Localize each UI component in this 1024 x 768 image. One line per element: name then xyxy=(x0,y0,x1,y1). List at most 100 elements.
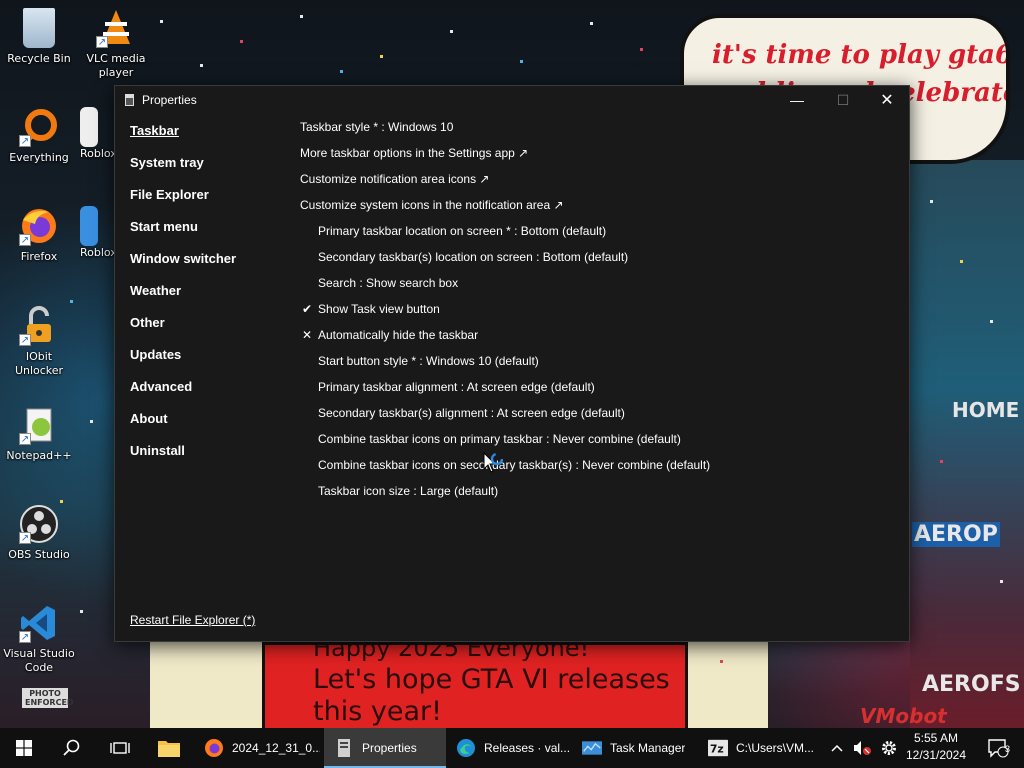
setting-more-taskbar-options-link[interactable]: More taskbar options in the Settings app… xyxy=(300,144,900,170)
task-view-button[interactable] xyxy=(96,728,144,768)
search-icon xyxy=(63,739,80,756)
properties-window: Properties — ☐ ✕ Taskbar System tray Fil… xyxy=(114,85,910,642)
setting-label: Combine taskbar icons on secondary taskb… xyxy=(318,458,711,472)
obs-icon: ↗ xyxy=(19,504,59,544)
setting-show-task-view[interactable]: ✔ Show Task view button xyxy=(300,300,900,326)
sidebar-item-taskbar[interactable]: Taskbar xyxy=(130,120,290,152)
taskbar-app-label: Properties xyxy=(362,741,417,755)
setting-search[interactable]: Search : Show search box xyxy=(300,274,900,300)
setting-system-icons-link[interactable]: Customize system icons in the notificati… xyxy=(300,196,900,222)
roblox-studio-icon xyxy=(80,206,98,246)
setting-label: Customize system icons in the notificati… xyxy=(300,198,564,212)
setting-label: Customize notification area icons ↗ xyxy=(300,172,490,186)
wallpaper-sign-home: HOME xyxy=(952,398,1020,422)
desktop-icon-recycle-bin[interactable]: Recycle Bin xyxy=(3,8,75,66)
sidebar-item-start-menu[interactable]: Start menu xyxy=(130,216,290,248)
sidebar-item-uninstall[interactable]: Uninstall xyxy=(130,440,290,472)
app-icon xyxy=(125,94,134,106)
banner-line-1: Happy 2025 Everyone! xyxy=(313,642,590,662)
setting-primary-alignment[interactable]: Primary taskbar alignment : At screen ed… xyxy=(300,378,900,404)
desktop-icon-iobit[interactable]: ↗ IObit Unlocker xyxy=(3,306,75,378)
sidebar-item-advanced[interactable]: Advanced xyxy=(130,376,290,408)
sidebar-item-other[interactable]: Other xyxy=(130,312,290,344)
volume-button[interactable] xyxy=(850,728,874,768)
taskbar-task-manager[interactable]: Task Manager xyxy=(572,728,698,768)
confetti xyxy=(960,260,963,263)
desktop-icon-vlc[interactable]: ↗ VLC media player xyxy=(80,8,152,80)
sidebar-item-system-tray[interactable]: System tray xyxy=(130,152,290,184)
setting-taskbar-style[interactable]: Taskbar style * : Windows 10 xyxy=(300,118,900,144)
desktop-icon-firefox[interactable]: ↗ Firefox xyxy=(3,206,75,264)
restart-explorer-link[interactable]: Restart File Explorer (*) xyxy=(130,613,255,627)
start-button[interactable] xyxy=(0,728,48,768)
desktop-icon-vscode[interactable]: ↗ Visual Studio Code xyxy=(3,603,75,675)
wallpaper-sign-aerofs: AEROFS xyxy=(922,672,1021,697)
task-manager-icon xyxy=(582,741,602,755)
7zip-icon: 7z xyxy=(708,739,728,757)
taskbar-firefox[interactable]: 2024_12_31_0... xyxy=(194,728,320,768)
confetti xyxy=(60,500,63,503)
settings-list: Taskbar style * : Windows 10 More taskba… xyxy=(300,118,900,508)
desktop-icon-label: Visual Studio Code xyxy=(3,647,75,674)
close-button[interactable]: ✕ xyxy=(864,86,910,114)
sidebar-item-updates[interactable]: Updates xyxy=(130,344,290,376)
close-icon: ✕ xyxy=(880,92,894,109)
sidebar-item-weather[interactable]: Weather xyxy=(130,280,290,312)
desktop-icon-roblox[interactable]: Roblox xyxy=(80,107,114,161)
desktop-icon-obs[interactable]: ↗ OBS Studio xyxy=(3,504,75,562)
sidebar-item-about[interactable]: About xyxy=(130,408,290,440)
minimize-button[interactable]: — xyxy=(774,86,820,114)
desktop-icon-roblox-studio[interactable]: Roblox xyxy=(80,206,114,260)
everything-icon: ↗ xyxy=(19,107,59,147)
desktop-icon-notepadpp[interactable]: ↗ Notepad++ xyxy=(3,405,75,463)
vscode-icon: ↗ xyxy=(19,603,59,643)
wallpaper-sign-vmobot: VMobot xyxy=(860,704,947,728)
taskbar-app-label: C:\Users\VM... xyxy=(736,741,815,755)
taskbar-edge[interactable]: Releases · val... xyxy=(446,728,572,768)
confetti xyxy=(300,15,303,18)
setting-primary-location[interactable]: Primary taskbar location on screen * : B… xyxy=(300,222,900,248)
setting-combine-secondary[interactable]: Combine taskbar icons on secondary taskb… xyxy=(300,456,900,482)
setting-autohide-taskbar[interactable]: ✕ Automatically hide the taskbar xyxy=(300,326,900,352)
sidebar-item-file-explorer[interactable]: File Explorer xyxy=(130,184,290,216)
desktop-icon-label: Roblox xyxy=(80,147,114,160)
confetti xyxy=(930,200,933,203)
setting-combine-primary[interactable]: Combine taskbar icons on primary taskbar… xyxy=(300,430,900,456)
vlc-icon: ↗ xyxy=(96,8,136,48)
confetti xyxy=(720,660,723,663)
clock-date: 12/31/2024 xyxy=(905,748,967,762)
desktop-icon-label: Recycle Bin xyxy=(7,52,71,65)
desktop-icon-label: Everything xyxy=(9,151,69,164)
setting-start-button-style[interactable]: Start button style * : Windows 10 (defau… xyxy=(300,352,900,378)
setting-label: Automatically hide the taskbar xyxy=(318,328,479,342)
confetti xyxy=(90,420,93,423)
setting-secondary-alignment[interactable]: Secondary taskbar(s) alignment : At scre… xyxy=(300,404,900,430)
maximize-button[interactable]: ☐ xyxy=(820,86,866,114)
firefox-icon: ↗ xyxy=(19,206,59,246)
banner-line-3: this year! xyxy=(313,696,442,727)
recycle-bin-icon xyxy=(23,8,55,48)
taskbar-7zip[interactable]: 7z C:\Users\VM... xyxy=(698,728,822,768)
search-button[interactable] xyxy=(48,728,96,768)
taskbar-file-explorer[interactable] xyxy=(146,728,192,768)
setting-secondary-location[interactable]: Secondary taskbar(s) location on screen … xyxy=(300,248,900,274)
setting-icon-size[interactable]: Taskbar icon size : Large (default) xyxy=(300,482,900,508)
maximize-icon: ☐ xyxy=(836,91,850,108)
clock[interactable]: 5:55 AM 12/31/2024 xyxy=(898,730,974,764)
desktop-icon-label: OBS Studio xyxy=(8,548,70,561)
desktop-icon-everything[interactable]: ↗ Everything xyxy=(3,107,75,165)
title-bar[interactable]: Properties — ☐ ✕ xyxy=(115,86,909,114)
action-center-button[interactable]: 3 xyxy=(978,728,1018,768)
sidebar-item-window-switcher[interactable]: Window switcher xyxy=(130,248,290,280)
setting-label: Secondary taskbar(s) alignment : At scre… xyxy=(318,406,625,420)
wallpaper-sign-aero: AEROP xyxy=(912,522,1000,547)
confetti xyxy=(940,460,943,463)
setting-notification-icons-link[interactable]: Customize notification area icons ↗ xyxy=(300,170,900,196)
confetti xyxy=(590,22,593,25)
taskbar-properties[interactable]: Properties xyxy=(324,728,446,768)
show-hidden-icons-button[interactable] xyxy=(826,728,848,768)
properties-app-icon xyxy=(338,739,350,757)
setting-label: Start button style * : Windows 10 (defau… xyxy=(318,354,539,368)
banner-line-2: Let's hope GTA VI releases xyxy=(313,664,670,695)
sidebar-nav: Taskbar System tray File Explorer Start … xyxy=(130,120,290,472)
